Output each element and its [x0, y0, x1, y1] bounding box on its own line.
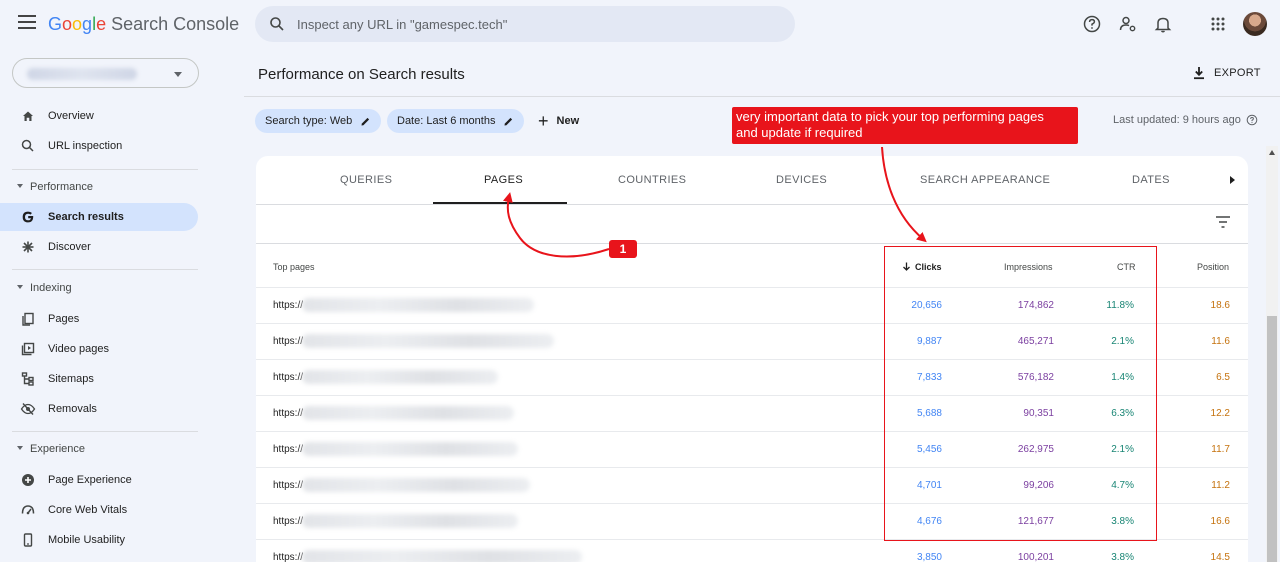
tab-devices[interactable]: DEVICES — [776, 174, 827, 186]
search-console-logo[interactable]: Google Search Console — [48, 14, 239, 35]
scroll-up-arrow-icon[interactable] — [1269, 150, 1275, 155]
blurred-url — [302, 442, 518, 456]
sitemap-icon — [21, 372, 34, 386]
search-type-chip[interactable]: Search type: Web — [255, 109, 382, 133]
property-name-blurred — [27, 68, 137, 80]
url-inspection-search[interactable] — [255, 6, 795, 42]
sidebar-item-page-experience[interactable]: Page Experience — [0, 466, 198, 494]
apps-grid-icon[interactable] — [1208, 14, 1228, 34]
scrollbar-thumb[interactable] — [1267, 316, 1277, 562]
tab-queries[interactable]: QUERIES — [340, 174, 392, 186]
blurred-url — [302, 298, 534, 312]
sidebar-item-core-web-vitals[interactable]: Core Web Vitals — [0, 496, 198, 524]
sidebar-section-experience[interactable]: Experience — [0, 440, 198, 460]
plus-icon: + — [538, 111, 549, 131]
home-icon — [23, 111, 33, 121]
pages-icon — [22, 312, 34, 326]
table-row[interactable]: https:// 3,850 100,201 3.8% 14.5 — [256, 539, 1248, 562]
edit-pencil-icon — [504, 117, 513, 125]
sidebar-item-overview[interactable]: Overview — [0, 102, 198, 130]
export-button[interactable]: EXPORT — [1192, 64, 1261, 82]
new-filter-button[interactable]: + New — [538, 110, 579, 132]
annotation-callout: very important data to pick your top per… — [732, 107, 1078, 144]
table-toolbar — [256, 205, 1248, 244]
blurred-url — [302, 370, 498, 384]
blurred-url — [302, 406, 514, 420]
help-icon[interactable] — [1246, 114, 1258, 126]
google-g-icon — [22, 211, 34, 223]
sidebar-item-url-inspection[interactable]: URL inspection — [0, 132, 198, 160]
tab-countries[interactable]: COUNTRIES — [618, 174, 686, 186]
search-icon — [270, 17, 284, 31]
asterisk-icon — [22, 241, 34, 253]
search-input[interactable] — [297, 6, 777, 42]
avatar[interactable] — [1243, 12, 1267, 36]
tab-pages[interactable]: PAGES — [484, 174, 523, 186]
sidebar-item-video-pages[interactable]: Video pages — [0, 335, 198, 363]
blurred-url — [302, 334, 554, 348]
page-title: Performance on Search results — [258, 66, 465, 83]
blurred-url — [302, 478, 530, 492]
filter-icon[interactable] — [1215, 215, 1231, 229]
column-header-top-pages[interactable]: Top pages — [273, 262, 315, 272]
header-divider — [244, 96, 1280, 97]
menu-icon[interactable] — [18, 15, 36, 29]
annotation-highlight-box — [884, 246, 1157, 541]
annotation-badge: 1 — [609, 240, 637, 258]
sidebar-divider — [12, 269, 198, 270]
property-selector[interactable] — [12, 58, 199, 88]
page-experience-icon — [22, 474, 34, 486]
sidebar-item-removals[interactable]: Removals — [0, 395, 198, 423]
notifications-icon[interactable] — [1153, 14, 1173, 34]
manage-users-icon[interactable] — [1118, 14, 1138, 34]
active-tab-indicator — [433, 202, 567, 204]
chevron-down-icon — [174, 72, 182, 77]
column-header-position[interactable]: Position — [1197, 262, 1229, 272]
speed-gauge-icon — [21, 505, 35, 515]
date-range-chip[interactable]: Date: Last 6 months — [387, 109, 525, 133]
collapse-caret-icon — [17, 285, 23, 289]
sidebar-item-discover[interactable]: Discover — [0, 233, 198, 261]
collapse-caret-icon — [17, 184, 23, 188]
tab-dates[interactable]: DATES — [1132, 174, 1170, 186]
edit-pencil-icon — [361, 117, 370, 125]
top-bar: Google Search Console — [0, 0, 1280, 50]
search-icon — [21, 139, 34, 152]
sidebar-item-pages[interactable]: Pages — [0, 305, 198, 333]
video-pages-icon — [21, 342, 35, 356]
tab-search-appearance[interactable]: SEARCH APPEARANCE — [920, 174, 1050, 186]
sidebar-section-indexing[interactable]: Indexing — [0, 279, 198, 299]
dimension-tabs: QUERIES PAGES COUNTRIES DEVICES SEARCH A… — [256, 156, 1248, 205]
sidebar-section-performance[interactable]: Performance — [0, 178, 198, 198]
download-icon — [1194, 67, 1204, 80]
blurred-url — [302, 514, 518, 528]
sidebar-divider — [12, 431, 198, 432]
sidebar-divider — [12, 169, 198, 170]
removals-icon — [20, 403, 36, 415]
blurred-url — [302, 550, 582, 562]
phone-icon — [23, 533, 33, 547]
chevron-right-icon[interactable] — [1230, 176, 1235, 184]
sidebar-item-sitemaps[interactable]: Sitemaps — [0, 365, 198, 393]
collapse-caret-icon — [17, 446, 23, 450]
last-updated-status: Last updated: 9 hours ago — [1113, 114, 1258, 126]
help-icon[interactable] — [1082, 14, 1102, 34]
sidebar-item-mobile-usability[interactable]: Mobile Usability — [0, 526, 198, 554]
sidebar-item-search-results[interactable]: Search results — [0, 203, 198, 231]
